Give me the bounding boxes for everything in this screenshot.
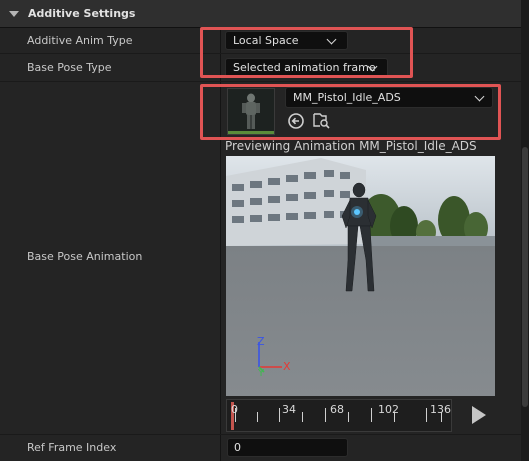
tick-label: 68 [330,403,344,416]
asset-type-bar [228,131,274,134]
axis-x-label: X [283,360,291,373]
base-pose-animation-value: MM_Pistol_Idle_ADS [293,91,401,104]
additive-settings-header[interactable]: Additive Settings [0,0,521,28]
base-pose-animation-dropdown[interactable]: MM_Pistol_Idle_ADS [285,87,493,108]
additive-anim-type-value: Local Space [233,34,299,47]
timeline-scrubber[interactable]: 0 34 68 102 136 [226,399,452,432]
asset-thumbnail[interactable] [227,88,275,135]
animation-preview-viewport[interactable]: Z X Y [226,156,495,396]
additive-anim-type-label: Additive Anim Type [27,34,133,47]
tick-label: 136 [430,403,451,416]
timeline-tick [426,408,427,422]
row-additive-anim-type: Additive Anim Type Local Space [0,28,521,53]
base-pose-type-label: Base Pose Type [27,61,112,74]
timeline-tick [257,412,258,422]
tick-label: 102 [378,403,399,416]
ref-frame-index-label: Ref Frame Index [27,441,117,454]
collapse-caret-icon[interactable] [9,10,19,17]
preview-title: Previewing Animation MM_Pistol_Idle_ADS [225,139,477,153]
timeline-tick [348,412,349,422]
timeline-tick [325,408,326,422]
timeline-tick [302,412,303,422]
scrollbar-thumb[interactable] [522,147,528,407]
base-pose-type-dropdown[interactable]: Selected animation frame [225,58,388,77]
arrow-left-circle-icon[interactable] [287,112,305,130]
ref-frame-index-input[interactable]: 0 [227,438,348,457]
chevron-down-icon [474,91,485,102]
tick-label: 34 [282,403,296,416]
tick-label: 0 [231,403,238,416]
find-in-browser-icon[interactable] [312,111,330,129]
timeline-tick [371,408,372,422]
section-title: Additive Settings [28,7,136,20]
row-base-pose-type: Base Pose Type Selected animation frame [0,54,521,81]
scrollbar-track[interactable] [521,0,529,461]
play-icon[interactable] [472,406,486,424]
base-pose-animation-label: Base Pose Animation [27,250,143,263]
base-pose-type-value: Selected animation frame [233,61,376,74]
axis-y-label: Y [257,368,265,379]
timeline-tick [279,408,280,422]
additive-anim-type-dropdown[interactable]: Local Space [225,31,348,50]
character-thumbnail-icon [228,89,274,134]
chevron-down-icon [326,34,337,45]
axis-z-label: Z [257,335,265,348]
ref-frame-index-value: 0 [234,441,241,454]
preview-scene: Z X Y [226,156,495,396]
